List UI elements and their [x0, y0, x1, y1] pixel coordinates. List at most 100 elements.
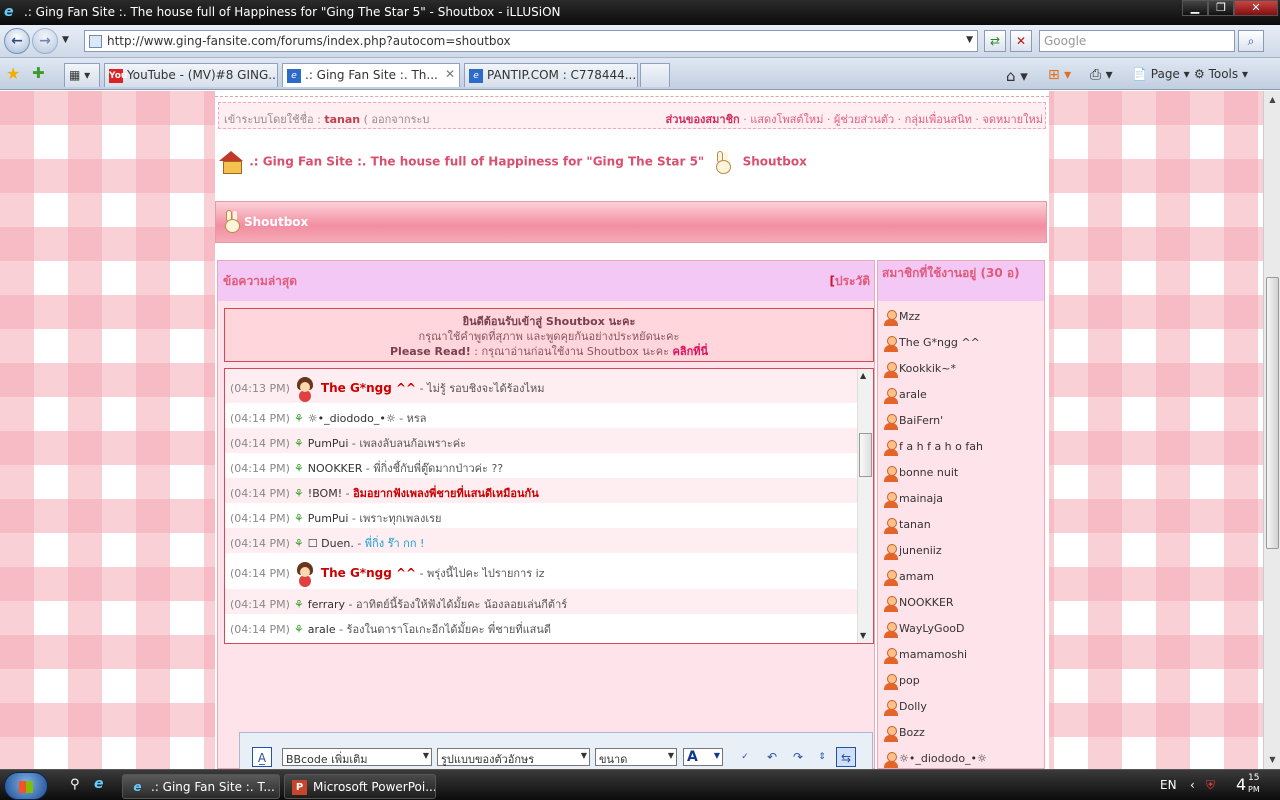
breadcrumb-site[interactable]: .: Ging Fan Site :. The house full of Ha…	[249, 155, 704, 169]
online-user[interactable]: Mzz	[884, 310, 920, 328]
resize-icon[interactable]: ⇕	[812, 747, 832, 767]
spellcheck-icon[interactable]: ✓	[735, 747, 755, 767]
page-scrollbar[interactable]: ▲ ▼	[1263, 91, 1280, 769]
online-user[interactable]: pop	[884, 674, 920, 692]
message-user[interactable]: ☼•_diododo_•☼	[308, 412, 396, 425]
maximize-button[interactable]: ❐	[1208, 0, 1234, 16]
back-button[interactable]: ←	[4, 28, 30, 54]
quick-launch-icon[interactable]: ⚲	[70, 777, 80, 792]
search-input[interactable]: Google	[1039, 30, 1235, 52]
forward-button[interactable]: →	[32, 28, 58, 54]
scroll-up-icon[interactable]: ▲	[1266, 93, 1279, 107]
scroll-down-icon[interactable]: ▼	[1266, 753, 1279, 767]
online-user[interactable]: ☼•_diododo_•☼	[884, 752, 987, 769]
message-scrollbar[interactable]: ▲ ▼	[857, 369, 873, 643]
new-tab-button[interactable]	[640, 63, 670, 87]
shoutbox-header: Shoutbox	[215, 201, 1047, 243]
online-user[interactable]: Kookkik~*	[884, 362, 956, 380]
url-dropdown-icon[interactable]: ▼	[966, 35, 973, 45]
online-user[interactable]: juneniiz	[884, 544, 942, 562]
welcome-box: ยินดีต้อนรับเข้าสู่ Shoutbox นะคะ กรุณาใ…	[224, 308, 874, 362]
undo-icon[interactable]: ↶	[762, 747, 782, 767]
refresh-button[interactable]: ⇄	[984, 30, 1006, 52]
history-link[interactable]: [ประวัติ	[829, 272, 870, 291]
message-user[interactable]: The G*ngg ^^	[321, 566, 416, 580]
login-username[interactable]: tanan	[324, 113, 360, 126]
online-user[interactable]: mamamoshi	[884, 648, 967, 666]
message-user[interactable]: arale	[308, 623, 336, 636]
favorites-star-icon[interactable]: ★	[6, 64, 20, 83]
clock-hour[interactable]: 4	[1236, 775, 1246, 794]
message-time: (04:14 PM)	[230, 537, 290, 550]
online-user[interactable]: bonne nuit	[884, 466, 958, 484]
close-tab-icon[interactable]: ✕	[445, 67, 455, 81]
add-favorites-icon[interactable]: ✚	[32, 64, 45, 82]
message-user[interactable]: PumPui	[308, 512, 349, 525]
online-user[interactable]: mainaja	[884, 492, 943, 510]
font-style-icon[interactable]: A̲	[252, 747, 272, 767]
online-user[interactable]: NOOKKER	[884, 596, 954, 614]
ie-quicklaunch-icon[interactable]: e	[94, 776, 104, 792]
start-button[interactable]	[4, 772, 48, 800]
minimize-button[interactable]: ▁	[1182, 0, 1208, 16]
security-icon[interactable]: ⛨	[1206, 778, 1215, 793]
online-user[interactable]: amam	[884, 570, 934, 588]
taskbar-item-powerpoint[interactable]: P Microsoft PowerPoi...	[284, 774, 436, 799]
bbcode-select[interactable]: BBcode เพิ่มเติม	[282, 748, 432, 766]
online-user[interactable]: Dolly	[884, 700, 927, 718]
member-area-link[interactable]: ส่วนของสมาชิก	[666, 113, 740, 126]
quick-tabs-button[interactable]: ▦ ▾	[64, 63, 100, 87]
message-user[interactable]: NOOKKER	[308, 462, 363, 475]
tab-ging-fan-site[interactable]: e .: Ging Fan Site :. Th... ✕	[282, 63, 460, 87]
message-user[interactable]: The G*ngg ^^	[321, 381, 416, 395]
print-icon[interactable]: ⎙ ▾	[1090, 64, 1113, 86]
tools-menu[interactable]: ⚙ Tools ▾	[1194, 64, 1248, 86]
sprout-icon: ⚘	[293, 437, 304, 450]
breadcrumb-page[interactable]: Shoutbox	[743, 155, 807, 169]
list-item: (04:14 PM) ⚘ NOOKKER - พี่กิ่งชี้กับพี่ตู๊…	[225, 453, 858, 478]
redo-icon[interactable]: ↷	[788, 747, 808, 767]
online-user[interactable]: Bozz	[884, 726, 925, 744]
message-user[interactable]: ☐ Duen.	[308, 537, 354, 550]
logout-link[interactable]: ( ออกจากระบ	[364, 113, 430, 126]
online-user[interactable]: f a h f a h o fah	[884, 440, 983, 458]
message-user[interactable]: !BOM!	[308, 487, 342, 500]
online-user[interactable]: WayLyGooD	[884, 622, 965, 640]
online-user[interactable]: tanan	[884, 518, 931, 536]
scroll-up-icon[interactable]: ▲	[860, 371, 866, 380]
online-user[interactable]: arale	[884, 388, 927, 406]
tray-arrow-icon[interactable]: ‹	[1190, 778, 1195, 792]
tab-pantip[interactable]: e PANTIP.COM : C778444...	[464, 63, 638, 87]
feeds-icon[interactable]: ⊞ ▾	[1048, 64, 1071, 86]
scroll-thumb[interactable]	[859, 433, 872, 477]
home-icon[interactable]: ⌂ ▾	[1006, 64, 1028, 86]
message-time: (04:14 PM)	[230, 437, 290, 450]
message-user[interactable]: ferrary	[308, 598, 345, 611]
stop-button[interactable]: ✕	[1010, 30, 1032, 52]
close-button[interactable]: ✕	[1234, 0, 1278, 16]
scroll-down-icon[interactable]: ▼	[860, 631, 866, 640]
url-input[interactable]: http://www.ging-fansite.com/forums/index…	[84, 30, 978, 52]
scroll-thumb[interactable]	[1266, 277, 1279, 549]
click-here-link[interactable]: คลิกที่นี่	[672, 345, 708, 358]
history-dropdown-icon[interactable]: ▼	[62, 35, 69, 45]
message-time: (04:14 PM)	[230, 487, 290, 500]
color-select[interactable]: A	[683, 748, 723, 766]
post-editor-toolbar: A̲ BBcode เพิ่มเติม รูปแบบของตัวอักษร ขน…	[239, 732, 873, 769]
online-user[interactable]: BaiFern'	[884, 414, 943, 432]
taskbar-item-ie[interactable]: e .: Ging Fan Site :. T...	[122, 774, 280, 799]
member-links-text[interactable]: · แสดงโพสต์ใหม่ · ผู้ช่วยส่วนตัว · กลุ่ม…	[743, 113, 1043, 126]
list-item: (04:14 PM) ⚘ PumPui - เพลงลับลนก้อเพราะค่ะ	[225, 428, 858, 453]
font-select[interactable]: รูปแบบของตัวอักษร	[437, 748, 590, 766]
latest-header: ข้อความล่าสุด [ประวัติ	[218, 261, 874, 301]
ie-page-icon: e	[287, 69, 301, 83]
language-indicator[interactable]: EN	[1160, 778, 1177, 792]
page-menu[interactable]: 📄 Page ▾	[1132, 64, 1190, 86]
online-user[interactable]: The G*ngg ^^	[884, 336, 980, 354]
message-user[interactable]: PumPui	[308, 437, 349, 450]
message-time: (04:14 PM)	[230, 598, 290, 611]
search-icon[interactable]: ⌕	[1238, 30, 1264, 52]
tab-youtube[interactable]: You YouTube - (MV)#8 GING...	[104, 63, 278, 87]
switch-editor-icon[interactable]: ⇆	[836, 747, 856, 767]
size-select[interactable]: ขนาด	[595, 748, 677, 766]
